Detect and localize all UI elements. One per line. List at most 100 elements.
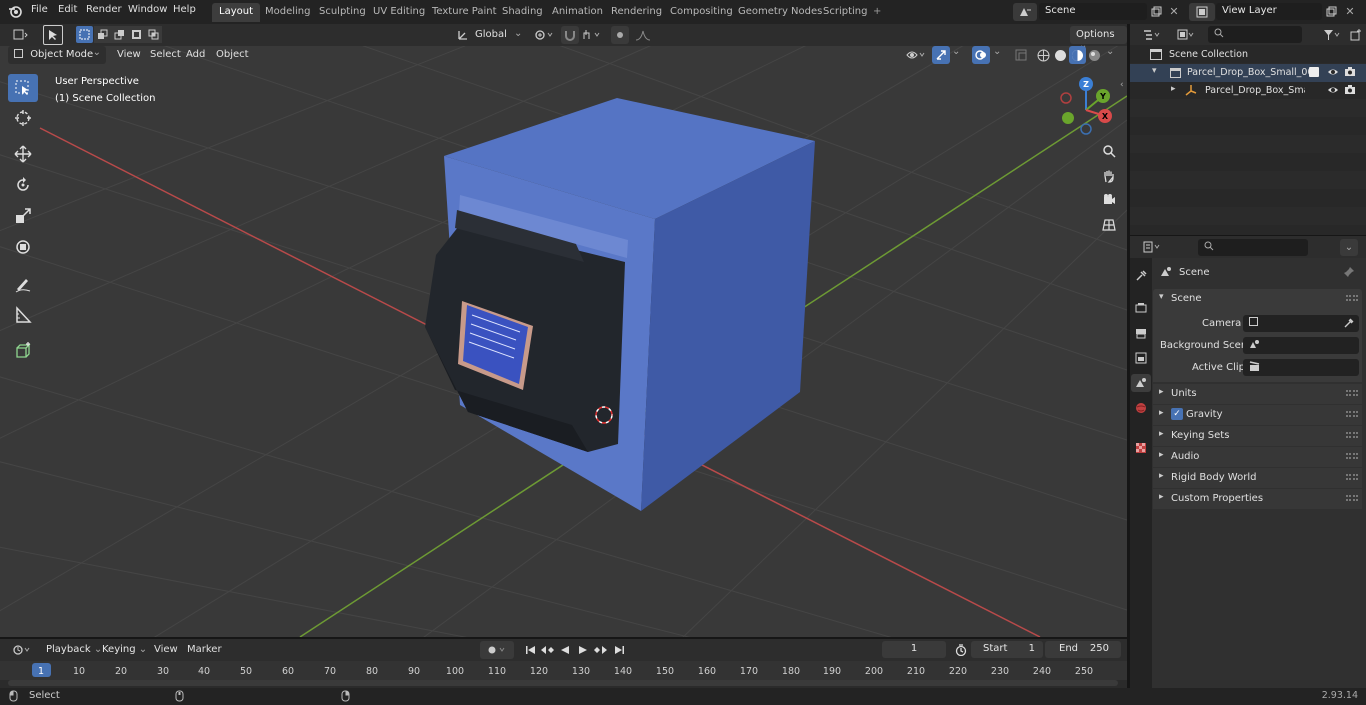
rigid-body-world-panel[interactable]: ▸ Rigid Body World xyxy=(1153,468,1362,488)
output-tab-icon[interactable] xyxy=(1133,325,1149,341)
chevron-down-icon[interactable]: ⌄ xyxy=(952,46,960,57)
units-panel[interactable]: ▸ Units xyxy=(1153,384,1362,404)
collapse-sidebar-icon[interactable]: ‹ xyxy=(1120,80,1124,90)
navigation-gizmo[interactable]: Z Y X xyxy=(1055,74,1117,136)
drag-handle-icon[interactable] xyxy=(1346,432,1358,438)
drag-handle-icon[interactable] xyxy=(1346,390,1358,396)
view-layer-field[interactable]: View Layer xyxy=(1216,3,1322,20)
menu-object[interactable]: Object xyxy=(216,49,249,60)
drag-handle-icon[interactable] xyxy=(1346,474,1358,480)
new-collection-icon[interactable] xyxy=(1348,26,1364,43)
filter-icon[interactable] xyxy=(1318,26,1346,43)
start-frame-field[interactable]: Start 1 xyxy=(971,641,1043,658)
scene-section-header[interactable]: ▾ Scene xyxy=(1153,289,1362,309)
chevron-down-icon[interactable]: ⌄ xyxy=(993,46,1001,57)
tab-shading[interactable]: Shading xyxy=(495,3,550,22)
tab-uv-editing[interactable]: UV Editing xyxy=(366,3,432,22)
end-frame-field[interactable]: End 250 xyxy=(1045,641,1121,658)
outliner-item-parcel-object[interactable]: ▸ Parcel_Drop_Box_Small_( xyxy=(1130,82,1366,100)
tab-compositing[interactable]: Compositing xyxy=(663,3,740,22)
menu-help[interactable]: Help xyxy=(173,4,196,15)
camera-render-icon[interactable] xyxy=(1344,66,1356,81)
rotate-tool[interactable] xyxy=(8,171,38,199)
select-box-tool[interactable] xyxy=(8,74,38,102)
auto-key-icon[interactable] xyxy=(480,641,514,659)
drag-handle-icon[interactable] xyxy=(1346,411,1358,417)
snap-toggle-icon[interactable] xyxy=(561,26,579,44)
menu-edit[interactable]: Edit xyxy=(58,4,77,15)
tab-texture-paint[interactable]: Texture Paint xyxy=(425,3,504,22)
play-icon[interactable] xyxy=(575,641,591,659)
gizmo-x-axis[interactable]: X xyxy=(1098,109,1112,123)
camera-field[interactable] xyxy=(1243,315,1359,332)
annotate-tool[interactable] xyxy=(8,270,38,298)
tab-modeling[interactable]: Modeling xyxy=(258,3,318,22)
gizmo-z-axis[interactable]: Z xyxy=(1079,77,1093,91)
material-preview-icon[interactable] xyxy=(1069,46,1086,64)
menu-keying[interactable]: Keying ⌄ xyxy=(96,641,153,659)
view-layer-tab-icon[interactable] xyxy=(1133,350,1149,366)
current-frame-field[interactable]: 1 xyxy=(882,641,946,658)
zoom-icon[interactable] xyxy=(1098,141,1120,161)
properties-editor-icon[interactable] xyxy=(1138,238,1166,256)
custom-properties-panel[interactable]: ▸ Custom Properties xyxy=(1153,489,1362,509)
transform-tool[interactable] xyxy=(8,233,38,261)
menu-select[interactable]: Select xyxy=(150,49,181,60)
expand-arrow-icon[interactable]: ▸ xyxy=(1171,84,1176,94)
select-subtract-icon[interactable] xyxy=(111,26,128,43)
prev-keyframe-icon[interactable] xyxy=(538,641,556,659)
properties-search-input[interactable] xyxy=(1198,239,1308,256)
rendered-shading-icon[interactable] xyxy=(1086,46,1103,64)
options-button[interactable]: Options ⌄ xyxy=(1070,26,1127,51)
gravity-checkbox[interactable]: ✓ xyxy=(1171,408,1183,420)
transform-orientation-icon[interactable] xyxy=(455,26,471,44)
copy-scene-icon[interactable] xyxy=(1148,3,1164,20)
tab-geometry-nodes[interactable]: Geometry Nodes xyxy=(731,3,829,22)
tool-tab-icon[interactable] xyxy=(1133,268,1149,284)
proportional-edit-icon[interactable] xyxy=(611,26,629,44)
snap-target-icon[interactable] xyxy=(580,26,606,44)
3d-viewport[interactable]: User Perspective (1) Scene Collection Z … xyxy=(0,24,1127,637)
scene-tab-icon[interactable] xyxy=(1131,374,1151,392)
drag-handle-icon[interactable] xyxy=(1346,453,1358,459)
collection-checkbox[interactable] xyxy=(1309,67,1319,77)
tab-animation[interactable]: Animation xyxy=(545,3,610,22)
background-scene-field[interactable] xyxy=(1243,337,1359,354)
menu-window[interactable]: Window xyxy=(128,4,167,15)
select-mode-cursor-icon[interactable] xyxy=(43,25,63,45)
select-new-icon[interactable] xyxy=(76,26,93,43)
close-scene-icon[interactable]: ✕ xyxy=(1166,3,1182,20)
drag-handle-icon[interactable] xyxy=(1346,295,1358,301)
outliner-search-input[interactable] xyxy=(1208,26,1302,43)
outliner-item-parcel-collection[interactable]: ▾ Parcel_Drop_Box_Small_002 xyxy=(1130,64,1366,82)
gizmo-y-axis[interactable]: Y xyxy=(1096,89,1110,103)
audio-panel[interactable]: ▸ Audio xyxy=(1153,447,1362,467)
wireframe-shading-icon[interactable] xyxy=(1035,46,1052,64)
copy-view-layer-icon[interactable] xyxy=(1323,3,1339,20)
outliner-scene-collection[interactable]: Scene Collection xyxy=(1130,46,1366,64)
move-tool[interactable] xyxy=(8,140,38,168)
transform-orientation-select[interactable]: Global xyxy=(475,29,507,40)
gravity-panel[interactable]: ▸ ✓ Gravity xyxy=(1153,405,1362,425)
chevron-down-icon[interactable]: ⌄ xyxy=(1106,46,1114,57)
menu-add[interactable]: Add xyxy=(186,49,205,60)
mode-select[interactable]: Object Mode ⌄ xyxy=(8,46,106,64)
select-invert-icon[interactable] xyxy=(128,26,145,43)
eyedropper-icon[interactable] xyxy=(1343,318,1354,329)
eye-icon[interactable] xyxy=(1327,66,1339,81)
pin-icon[interactable] xyxy=(1343,266,1355,281)
cursor-tool[interactable] xyxy=(8,104,38,132)
blender-logo-icon[interactable] xyxy=(8,4,22,21)
render-tab-icon[interactable] xyxy=(1133,300,1149,316)
scene-selector-icon[interactable] xyxy=(1013,3,1037,21)
outliner-editor-icon[interactable] xyxy=(1138,26,1166,43)
timeline-scrollbar[interactable] xyxy=(8,680,1118,686)
close-view-layer-icon[interactable]: ✕ xyxy=(1342,3,1358,20)
timeline-editor-icon[interactable] xyxy=(8,641,36,659)
camera-render-icon[interactable] xyxy=(1344,84,1356,99)
timeline-menu-marker[interactable]: Marker xyxy=(187,644,222,655)
menu-file[interactable]: File xyxy=(31,4,48,15)
world-tab-icon[interactable] xyxy=(1133,400,1149,416)
grid-view-icon[interactable] xyxy=(1098,215,1120,235)
falloff-icon[interactable] xyxy=(630,26,656,44)
